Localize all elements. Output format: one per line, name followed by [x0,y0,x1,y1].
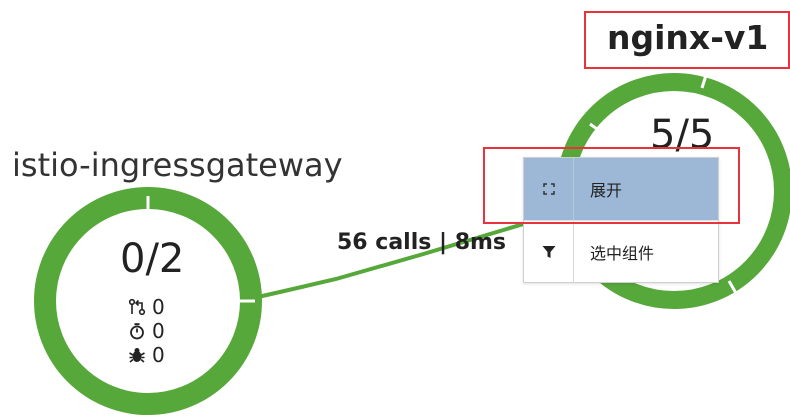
errors-value: 0 [152,343,165,367]
ingress-pod-count: 0/2 [120,236,185,282]
ingress-timer-metric: 0 [128,319,165,343]
requests-value: 0 [152,295,165,319]
edge-label: 56 calls | 8ms [337,230,507,255]
ingress-requests-metric: 0 [128,295,165,319]
stopwatch-icon [130,323,144,340]
ingress-node-title: istio-ingressgateway [12,146,343,184]
filter-icon [524,221,574,282]
menu-item-select-component[interactable]: 选中组件 [524,220,718,282]
timers-value: 0 [152,319,165,343]
annotation-box-menu-item [483,147,740,224]
request-flow-icon [128,298,146,316]
menu-item-select-component-label: 选中组件 [590,243,655,263]
bug-icon [129,348,145,363]
ingress-errors-metric: 0 [128,343,165,367]
annotation-box-node-title [584,11,790,69]
